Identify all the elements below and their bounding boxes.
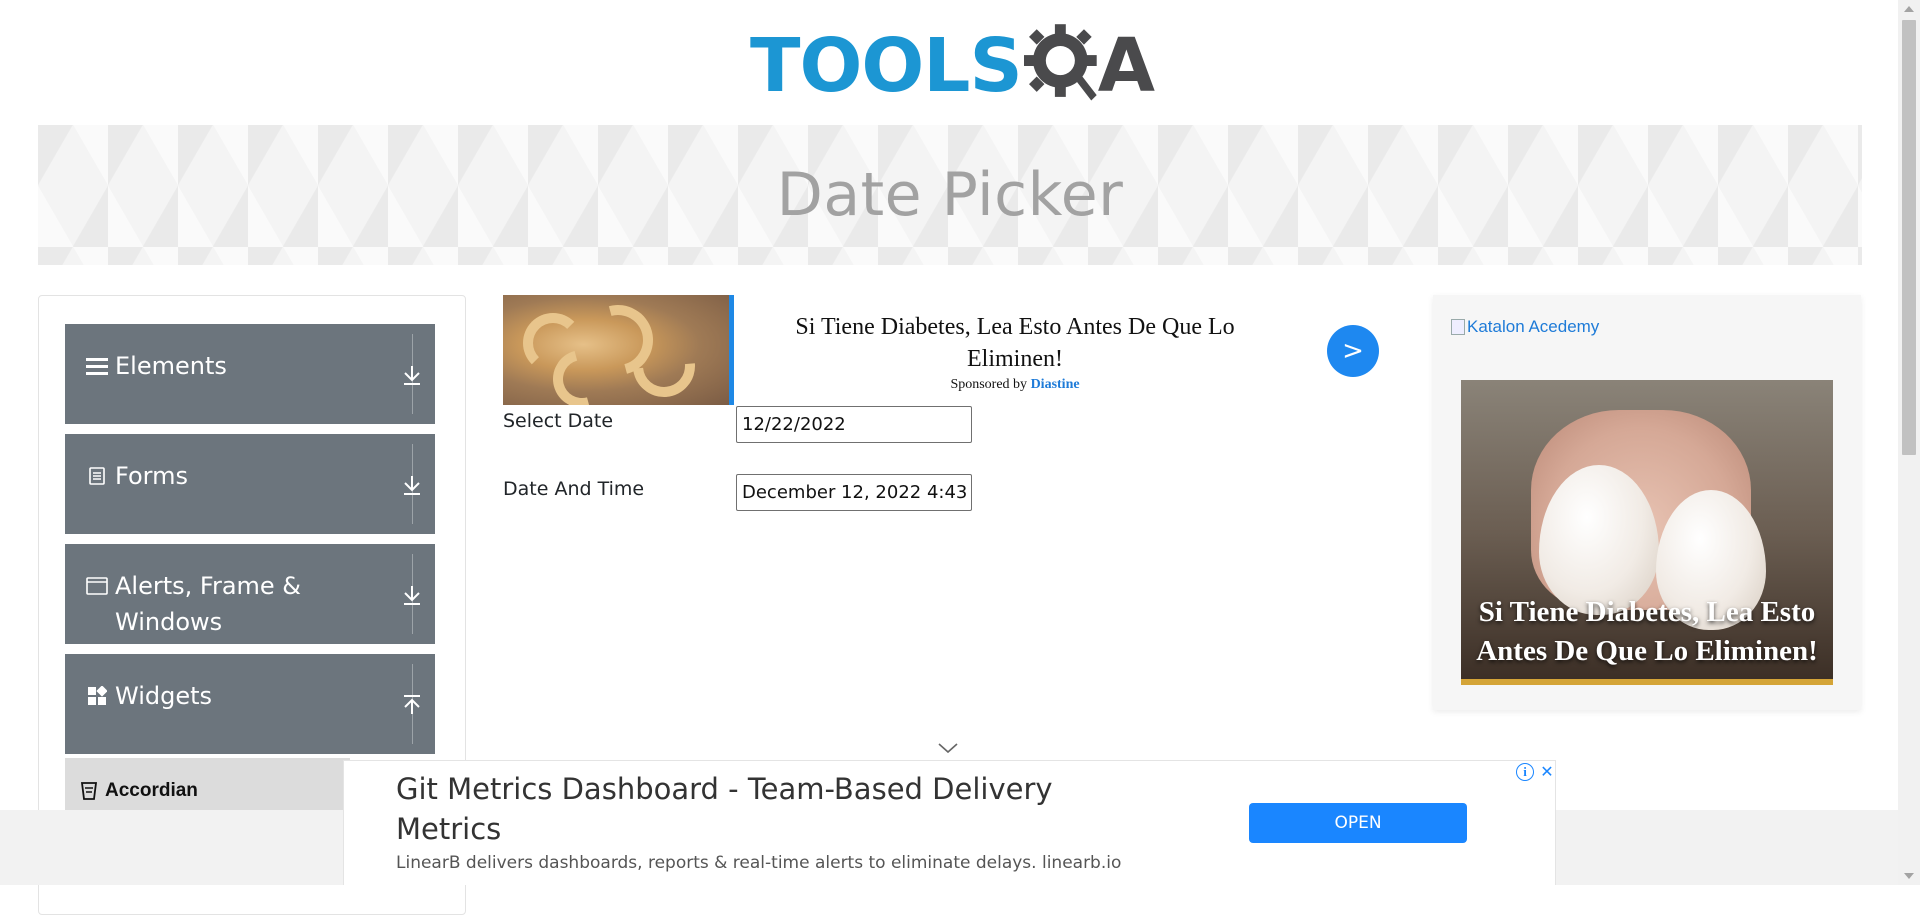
logo-text-tools: TOOLS xyxy=(750,23,1023,109)
vertical-scrollbar[interactable] xyxy=(1898,0,1920,885)
close-icon[interactable]: ✕ xyxy=(1538,763,1556,781)
logo-text-a: A xyxy=(1097,23,1155,109)
widgets-icon xyxy=(85,684,109,708)
chevron-down-icon[interactable] xyxy=(937,741,959,755)
ad-image-eggs[interactable]: Si Tiene Diabetes, Lea Esto Antes De Que… xyxy=(1461,380,1833,685)
ad-sponsor-name[interactable]: Diastine xyxy=(1031,377,1080,392)
scroll-thumb[interactable] xyxy=(1902,20,1916,455)
page-title: Date Picker xyxy=(776,160,1124,230)
scroll-up-icon[interactable] xyxy=(1904,6,1914,12)
ad-caption: Si Tiene Diabetes, Lea Esto Antes De Que… xyxy=(1476,596,1818,667)
ad-image-cashews[interactable] xyxy=(503,295,733,405)
ad-sponsor-prefix: Sponsored by xyxy=(950,377,1028,392)
upload-arrow-icon[interactable] xyxy=(397,690,427,720)
sidebar-group-label: Elements xyxy=(115,352,227,380)
katalon-academy-link[interactable]: Katalon Acedemy xyxy=(1451,317,1599,337)
sidebar-group-header[interactable]: Widgets xyxy=(85,664,435,744)
info-icon[interactable]: i xyxy=(1516,763,1534,781)
select-date-input[interactable]: 12/22/2022 xyxy=(736,406,972,443)
sidebar-group-elements[interactable]: Elements xyxy=(65,324,435,424)
ad-next-button[interactable]: > xyxy=(1327,325,1379,377)
katalon-academy-alt: Katalon Acedemy xyxy=(1467,317,1600,336)
sidebar-group-label: Forms xyxy=(115,462,188,490)
date-and-time-input[interactable]: December 12, 2022 4:43 PM xyxy=(736,474,972,511)
browser-window-icon xyxy=(85,574,109,598)
toolsqa-logo[interactable]: TOOLS A xyxy=(750,18,1155,114)
sidebar-item[interactable]: Accordian xyxy=(81,780,198,802)
sidebar-group-header[interactable]: Forms xyxy=(85,444,435,524)
sidebar-group-label: Widgets xyxy=(115,682,213,710)
bottom-ad[interactable]: Git Metrics Dashboard - Team-Based Deliv… xyxy=(343,760,1556,885)
ad-accent-bar xyxy=(729,295,734,405)
sidebar-group-header[interactable]: Elements xyxy=(85,334,435,414)
ad-sponsor: Sponsored by Diastine xyxy=(765,377,1265,393)
sidebar-item-label: Accordian xyxy=(105,780,198,801)
sidebar-group-widgets[interactable]: Widgets xyxy=(65,654,435,754)
form-document-icon xyxy=(85,464,109,488)
broken-image-icon xyxy=(1451,319,1465,335)
date-and-time-label: Date And Time xyxy=(503,478,645,500)
select-date-label: Select Date xyxy=(503,410,614,432)
accordian-icon xyxy=(81,782,97,800)
ad-headline[interactable]: Si Tiene Diabetes, Lea Esto Antes De Que… xyxy=(765,311,1265,375)
open-button[interactable]: OPEN xyxy=(1249,803,1467,843)
sidebar-group-header[interactable]: Alerts, Frame & Windows xyxy=(85,554,435,636)
sidebar-group-label: Alerts, Frame & Windows xyxy=(115,572,302,636)
page-banner: Date Picker xyxy=(38,125,1862,265)
native-ad-top[interactable]: Si Tiene Diabetes, Lea Esto Antes De Que… xyxy=(503,295,1379,405)
bottom-ad-title[interactable]: Git Metrics Dashboard - Team-Based Deliv… xyxy=(396,769,1156,849)
list-icon xyxy=(85,354,109,378)
download-arrow-icon[interactable] xyxy=(397,470,427,500)
ad-stripe xyxy=(1461,679,1833,685)
sidebar-group-alerts-frame-windows[interactable]: Alerts, Frame & Windows xyxy=(65,544,435,644)
ad-choices[interactable]: i ✕ xyxy=(1516,763,1556,781)
scroll-down-icon[interactable] xyxy=(1904,873,1914,879)
download-arrow-icon[interactable] xyxy=(397,580,427,610)
download-arrow-icon[interactable] xyxy=(397,360,427,390)
bottom-ad-description: LinearB delivers dashboards, reports & r… xyxy=(396,853,1122,873)
right-ad[interactable]: Katalon Acedemy Si Tiene Diabetes, Lea E… xyxy=(1433,295,1861,710)
gear-magnifier-icon xyxy=(1023,24,1097,101)
sidebar-group-forms[interactable]: Forms xyxy=(65,434,435,534)
